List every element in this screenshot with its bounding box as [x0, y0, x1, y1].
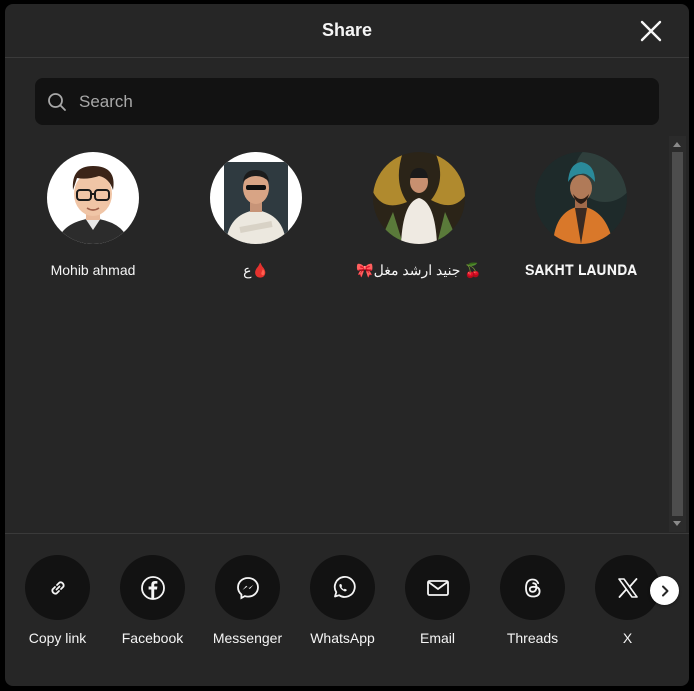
contact-item[interactable]: 𝐒𝐀𝐊𝐇𝐓 𝐋𝐀𝐔𝐍𝐃𝐀: [499, 152, 663, 280]
messenger-icon: [236, 576, 259, 600]
scrollbar-thumb[interactable]: [672, 152, 683, 516]
contact-item[interactable]: ع🩸: [174, 152, 338, 280]
contact-name: Mohib ahmad: [50, 262, 136, 278]
share-dialog: Share Search Mohib ahmad ع🩸 🎀جنید ارشد م…: [5, 4, 689, 686]
scroll-up-icon[interactable]: [673, 142, 681, 147]
contact-item[interactable]: Mohib ahmad: [11, 152, 175, 280]
share-options-row: Copy link Facebook Messenger WhatsApp Em…: [5, 555, 689, 655]
contact-grid: Mohib ahmad ع🩸 🎀جنید ارشد مغل 🍒 𝐒𝐀𝐊𝐇𝐓 𝐋𝐀…: [5, 152, 669, 532]
link-icon: [50, 580, 65, 595]
share-label: Email: [419, 630, 455, 646]
threads-icon: [524, 578, 541, 597]
whatsapp-icon: [333, 575, 356, 598]
share-facebook-button[interactable]: Facebook: [105, 555, 200, 646]
share-email-button[interactable]: Email: [390, 555, 485, 646]
avatar: [47, 152, 139, 244]
share-copy-link-button[interactable]: Copy link: [10, 555, 105, 646]
contact-name: ع🩸: [243, 262, 269, 278]
dialog-title: Share: [321, 20, 373, 40]
share-label: Copy link: [28, 630, 87, 646]
contact-name: 🎀جنید ارشد مغل 🍒: [356, 262, 482, 278]
facebook-icon: [140, 575, 165, 600]
search-input[interactable]: [77, 90, 641, 113]
divider: [5, 533, 689, 534]
chevron-right-icon: [661, 585, 668, 596]
share-threads-button[interactable]: Threads: [485, 555, 580, 646]
search-icon: [48, 92, 66, 111]
avatar: [210, 152, 302, 244]
search-bar[interactable]: [35, 78, 659, 125]
contact-list-scrollbar[interactable]: [669, 136, 686, 532]
contact-item[interactable]: 🎀جنید ارشد مغل 🍒: [337, 152, 501, 280]
next-share-options-button[interactable]: [650, 576, 679, 605]
email-icon: [426, 579, 449, 596]
x-icon: [617, 577, 638, 598]
avatar: [373, 152, 465, 244]
share-label: Facebook: [121, 630, 184, 646]
share-label: WhatsApp: [310, 630, 375, 646]
share-messenger-button[interactable]: Messenger: [200, 555, 295, 646]
scroll-down-icon[interactable]: [673, 521, 681, 526]
share-label: Messenger: [212, 630, 283, 646]
contact-name: 𝐒𝐀𝐊𝐇𝐓 𝐋𝐀𝐔𝐍𝐃𝐀: [524, 262, 638, 278]
share-label: X: [622, 630, 633, 646]
dialog-header: Share: [5, 4, 689, 58]
share-whatsapp-button[interactable]: WhatsApp: [295, 555, 390, 646]
avatar: [535, 152, 627, 244]
close-icon[interactable]: [639, 19, 663, 43]
share-label: Threads: [506, 630, 559, 646]
